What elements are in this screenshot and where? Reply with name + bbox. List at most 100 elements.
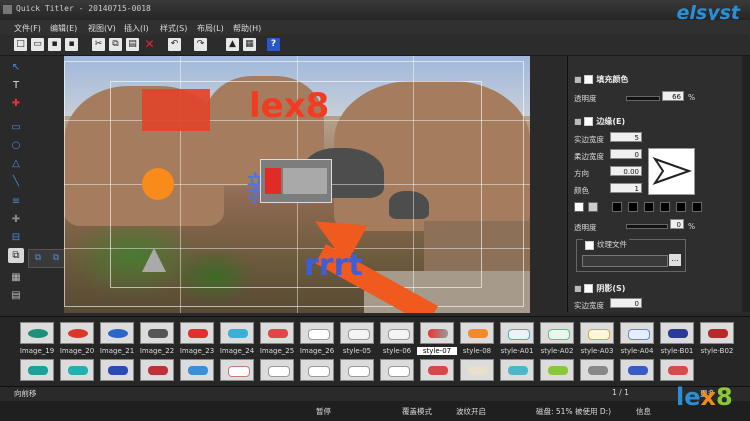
rectangle-tool-icon[interactable]: ▭	[8, 120, 24, 135]
copy-icon[interactable]: ⧉	[109, 38, 122, 51]
save-as-icon[interactable]: ▪	[65, 38, 78, 51]
center-tool-icon[interactable]: ⊟	[8, 230, 24, 245]
style-thumb[interactable]	[540, 322, 574, 344]
undo-icon[interactable]: ↶	[168, 38, 181, 51]
color-swatch-black[interactable]	[660, 202, 670, 212]
bring-front-icon[interactable]: ⧉	[32, 253, 44, 264]
style-thumb[interactable]	[460, 359, 494, 381]
style-thumb[interactable]	[300, 322, 334, 344]
menu-file[interactable]: 文件(F)	[14, 23, 41, 34]
menu-insert[interactable]: 插入(I)	[124, 23, 149, 34]
style-thumb[interactable]	[500, 322, 534, 344]
shadow-section[interactable]: ■ 阴影(S)	[574, 283, 625, 294]
color-swatch-white[interactable]	[574, 202, 584, 212]
style-thumb[interactable]	[580, 322, 614, 344]
align-tool-icon[interactable]: ≡	[8, 194, 24, 209]
style-thumb[interactable]	[700, 322, 734, 344]
paste-icon[interactable]: ▤	[126, 38, 139, 51]
fill-opacity-field[interactable]: 66	[662, 91, 684, 101]
text-tool-icon[interactable]: T	[8, 78, 24, 93]
insert-image-icon[interactable]: ▲	[226, 38, 239, 51]
style-thumb[interactable]	[220, 322, 254, 344]
style-thumb[interactable]	[20, 359, 54, 381]
style-thumb[interactable]	[500, 359, 534, 381]
style-thumb[interactable]	[180, 322, 214, 344]
color-swatch-black[interactable]	[612, 202, 622, 212]
style-thumb[interactable]	[180, 359, 214, 381]
style-thumb[interactable]	[20, 322, 54, 344]
properties-scrollbar[interactable]	[742, 56, 750, 312]
delete-icon[interactable]: ✕	[143, 38, 156, 51]
style-thumb[interactable]	[620, 322, 654, 344]
distribute-tool-icon[interactable]: ✚	[8, 212, 24, 227]
style-thumb[interactable]	[460, 322, 494, 344]
shape-triangle[interactable]	[142, 248, 166, 272]
edge-opacity-slider[interactable]	[626, 224, 668, 229]
soft-edge-width-field[interactable]: 0	[610, 149, 642, 159]
edge-color-field[interactable]: 1	[610, 183, 642, 193]
color-swatch-gray[interactable]	[588, 202, 598, 212]
style-thumb[interactable]	[60, 322, 94, 344]
color-swatch-black[interactable]	[644, 202, 654, 212]
triangle-tool-icon[interactable]: △	[8, 156, 24, 171]
menu-view[interactable]: 视图(V)	[88, 23, 116, 34]
selected-object[interactable]	[260, 159, 332, 203]
solid-edge-width-field[interactable]: 5	[610, 132, 642, 142]
redo-icon[interactable]: ↷	[194, 38, 207, 51]
browse-texture-button[interactable]: …	[669, 254, 681, 266]
edge-opacity-field[interactable]: 0	[670, 219, 684, 229]
style-thumb[interactable]	[380, 359, 414, 381]
color-swatch-black[interactable]	[628, 202, 638, 212]
open-file-icon[interactable]: ▭	[31, 38, 44, 51]
texture-file-checkbox[interactable]: 纹理文件	[583, 239, 629, 250]
style-thumb[interactable]	[540, 359, 574, 381]
text-object-rrrt[interactable]: rrrt	[304, 248, 363, 283]
help-icon[interactable]: ?	[267, 38, 280, 51]
menu-style[interactable]: 样式(S)	[160, 23, 187, 34]
style-thumb[interactable]	[140, 322, 174, 344]
style-thumb[interactable]	[300, 359, 334, 381]
style-thumb[interactable]	[340, 359, 374, 381]
text-object-lex8[interactable]: lex8	[249, 86, 329, 126]
style-thumb[interactable]	[100, 322, 134, 344]
info-tab[interactable]: 信息	[636, 406, 651, 417]
style-thumb[interactable]	[220, 359, 254, 381]
style-thumb[interactable]	[260, 359, 294, 381]
menu-layout[interactable]: 布局(L)	[197, 23, 224, 34]
edge-section[interactable]: ■ 边缘(E)	[574, 116, 625, 127]
safe-area-tool-icon[interactable]: ▤	[8, 288, 24, 303]
menu-edit[interactable]: 编辑(E)	[50, 23, 77, 34]
menu-help[interactable]: 帮助(H)	[233, 23, 261, 34]
texture-file-input[interactable]	[582, 255, 668, 267]
shadow-width-field[interactable]: 0	[610, 298, 642, 308]
fill-opacity-slider[interactable]	[626, 96, 660, 101]
order-tool-icon[interactable]: ⧉	[8, 248, 24, 263]
grid-tool-icon[interactable]: ▦	[8, 270, 24, 285]
bring-forward-icon[interactable]: ⧉	[50, 253, 62, 264]
shape-circle[interactable]	[142, 168, 174, 200]
style-thumb[interactable]	[340, 322, 374, 344]
style-thumb[interactable]	[420, 322, 454, 344]
style-thumb[interactable]	[660, 359, 694, 381]
color-swatch-black[interactable]	[676, 202, 686, 212]
shape-rectangle[interactable]	[142, 89, 210, 131]
new-file-icon[interactable]: □	[14, 38, 27, 51]
style-thumb[interactable]	[660, 322, 694, 344]
fill-color-section[interactable]: ■ 填充颜色	[574, 74, 628, 85]
style-thumb[interactable]	[140, 359, 174, 381]
move-tool-icon[interactable]: ✚	[8, 96, 24, 111]
pointer-tool-icon[interactable]: ↖	[8, 60, 24, 75]
color-swatch-black[interactable]	[692, 202, 702, 212]
style-thumb[interactable]	[620, 359, 654, 381]
style-thumb[interactable]	[420, 359, 454, 381]
edge-direction-field[interactable]: 0.00	[610, 166, 642, 176]
cut-icon[interactable]: ✂	[92, 38, 105, 51]
ellipse-tool-icon[interactable]: ○	[8, 138, 24, 153]
style-thumb[interactable]	[580, 359, 614, 381]
editing-canvas[interactable]: lex8 新吧 rrrt	[64, 56, 530, 313]
properties-icon[interactable]: ▦	[243, 38, 256, 51]
style-thumb[interactable]	[260, 322, 294, 344]
style-thumb[interactable]	[60, 359, 94, 381]
style-thumb[interactable]	[380, 322, 414, 344]
line-tool-icon[interactable]: ╲	[8, 174, 24, 189]
